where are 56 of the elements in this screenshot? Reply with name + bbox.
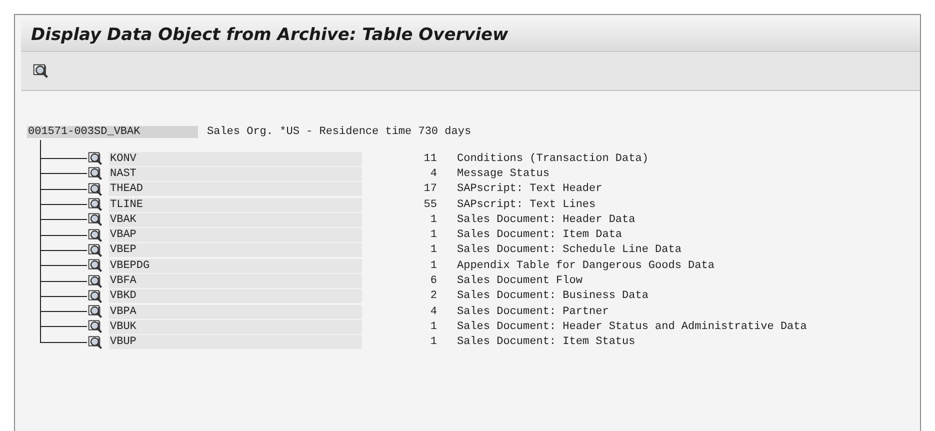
record-count: 1 bbox=[429, 214, 437, 226]
table-description: Sales Document: Item Data bbox=[457, 229, 622, 242]
table-description: Sales Document: Header Status and Administrative Data bbox=[457, 320, 807, 333]
record-count: 17 bbox=[422, 183, 437, 196]
magnifier-icon bbox=[87, 212, 104, 228]
table-description: Sales Document: Item Status bbox=[457, 336, 636, 348]
table-node[interactable]: TLINE bbox=[109, 198, 362, 212]
record-count: 1 bbox=[429, 336, 437, 348]
record-count: 55 bbox=[422, 198, 437, 211]
table-node[interactable]: KONV bbox=[109, 152, 362, 166]
table-description: Sales Document: Business Data bbox=[457, 290, 648, 302]
table-description: Sales Document: Partner bbox=[457, 306, 609, 318]
magnifier-icon bbox=[87, 242, 104, 258]
record-count: 2 bbox=[429, 290, 437, 302]
magnifier-icon bbox=[87, 288, 104, 304]
table-description: Conditions (Transaction Data) bbox=[457, 152, 648, 165]
magnifier-icon bbox=[87, 182, 104, 197]
table-node[interactable]: VBAK bbox=[109, 212, 362, 227]
table-node[interactable]: NAST bbox=[109, 166, 362, 181]
table-node[interactable]: VBUK bbox=[109, 320, 362, 334]
magnifier-icon bbox=[87, 304, 104, 320]
table-node[interactable]: VBKD bbox=[109, 289, 362, 304]
table-description: SAPscript: Text Lines bbox=[457, 198, 596, 211]
record-count: 4 bbox=[429, 306, 437, 318]
table-node[interactable]: VBEP bbox=[109, 243, 362, 258]
record-count: 1 bbox=[429, 260, 437, 272]
tree-root-node[interactable]: 001571-003SD_VBAK bbox=[27, 126, 198, 138]
table-node[interactable]: VBAP bbox=[109, 228, 362, 242]
window-title: Display Data Object from Archive: Table Overview bbox=[31, 25, 508, 45]
table-node[interactable]: VBPA bbox=[109, 304, 362, 319]
table-description: Appendix Table for Dangerous Goods Data bbox=[457, 260, 714, 272]
record-count: 4 bbox=[429, 168, 437, 180]
table-node[interactable]: THEAD bbox=[109, 182, 362, 196]
table-node[interactable]: VBEPDG bbox=[109, 258, 362, 273]
magnifier-icon bbox=[87, 258, 104, 274]
table-description: Sales Document: Schedule Line Data bbox=[457, 244, 682, 256]
magnifier-icon bbox=[87, 334, 104, 350]
magnifier-icon bbox=[87, 197, 104, 212]
magnifier-icon bbox=[87, 166, 104, 182]
magnifier-icon bbox=[87, 151, 104, 166]
magnifier-icon[interactable] bbox=[33, 63, 49, 79]
table-node[interactable]: VBUP bbox=[109, 335, 362, 350]
record-count: 1 bbox=[429, 244, 437, 256]
magnifier-icon bbox=[87, 274, 104, 289]
table-description: SAPscript: Text Header bbox=[457, 183, 602, 196]
magnifier-icon bbox=[87, 228, 104, 243]
root-description: Sales Org. *US - Residence time 730 days bbox=[207, 126, 472, 138]
table-node[interactable]: VBFA bbox=[109, 274, 362, 288]
table-description: Sales Document: Header Data bbox=[457, 214, 636, 226]
record-count: 11 bbox=[422, 152, 437, 165]
record-count: 1 bbox=[429, 320, 437, 333]
table-description: Message Status bbox=[457, 168, 550, 180]
table-description: Sales Document Flow bbox=[457, 275, 582, 288]
record-count: 6 bbox=[429, 275, 437, 288]
magnifier-icon bbox=[87, 319, 104, 334]
record-count: 1 bbox=[429, 229, 437, 242]
